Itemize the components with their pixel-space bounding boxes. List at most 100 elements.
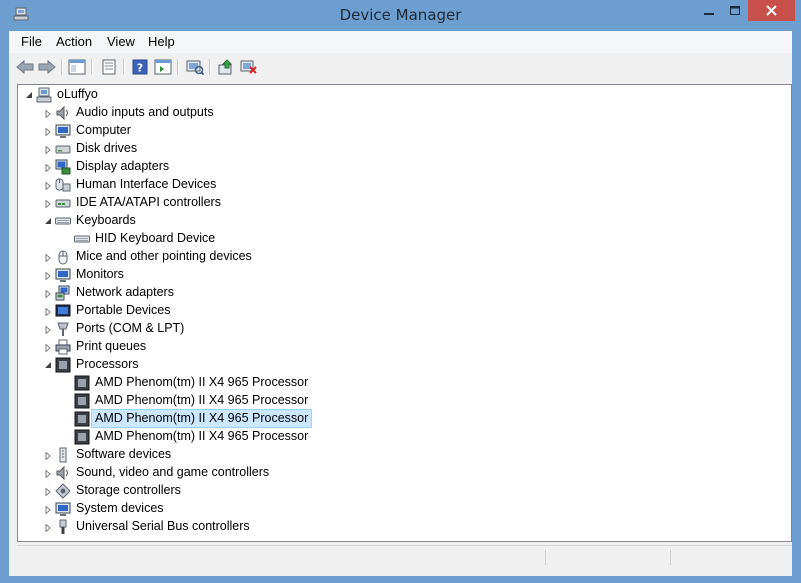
expand-icon[interactable] <box>43 253 52 262</box>
tree-item-human-interface-devices[interactable]: Human Interface Devices <box>18 176 318 194</box>
expand-icon[interactable] <box>43 289 52 298</box>
menu-action[interactable]: Action <box>56 34 92 49</box>
collapse-icon[interactable] <box>43 216 52 225</box>
tree-item-sound-video-game[interactable]: Sound, video and game controllers <box>18 464 318 482</box>
monitor-icon <box>55 268 71 282</box>
expand-icon[interactable] <box>43 505 52 514</box>
tree-item-portable-devices[interactable]: Portable Devices <box>18 302 318 320</box>
toolbar-separator <box>209 59 211 75</box>
expand-icon[interactable] <box>43 451 52 460</box>
expand-icon[interactable] <box>43 343 52 352</box>
tree-item-monitors[interactable]: Monitors <box>18 266 318 284</box>
action-pane-icon <box>154 59 172 75</box>
tree-item-mice[interactable]: Mice and other pointing devices <box>18 248 318 266</box>
tree-root-label: oLuffyo <box>57 87 98 101</box>
device-manager-window: Device Manager File Action View Help ? o… <box>0 0 801 583</box>
tree-item-ide-ata-atapi[interactable]: IDE ATA/ATAPI controllers <box>18 194 318 212</box>
expand-icon[interactable] <box>43 487 52 496</box>
monitor-icon <box>55 124 71 138</box>
forward-button[interactable] <box>37 57 57 77</box>
help-icon: ? <box>132 59 148 75</box>
tree-item-processor-cpu-1[interactable]: AMD Phenom(tm) II X4 965 Processor <box>18 392 318 410</box>
menu-view[interactable]: View <box>107 34 135 49</box>
tree-item-label: IDE ATA/ATAPI controllers <box>76 195 221 209</box>
toolbar-separator <box>61 59 63 75</box>
tree-item-disk-drives[interactable]: Disk drives <box>18 140 318 158</box>
hid-icon <box>55 178 71 192</box>
tree-item-label: Keyboards <box>76 213 136 227</box>
minimize-button[interactable] <box>695 0 722 21</box>
tree-item-storage-controllers[interactable]: Storage controllers <box>18 482 318 500</box>
tree-item-label: Mice and other pointing devices <box>76 249 252 263</box>
tree-item-processors[interactable]: Processors <box>18 356 318 374</box>
tree-item-audio[interactable]: Audio inputs and outputs <box>18 104 318 122</box>
collapse-icon[interactable] <box>43 360 52 369</box>
tree-item-label: Disk drives <box>76 141 138 155</box>
network-adapter-icon <box>55 285 70 301</box>
tree-item-network-adapters[interactable]: Network adapters <box>18 284 318 302</box>
tree-item-keyboards[interactable]: Keyboards <box>18 212 318 230</box>
expand-icon[interactable] <box>43 325 52 334</box>
tree-item-computer[interactable]: Computer <box>18 122 318 140</box>
expand-icon[interactable] <box>43 145 52 154</box>
status-bar <box>17 545 792 568</box>
tree-item-label: Network adapters <box>76 285 174 299</box>
tree-item-label: Universal Serial Bus controllers <box>76 519 250 533</box>
tree-item-software-devices[interactable]: Software devices <box>18 446 318 464</box>
tree-root[interactable]: oLuffyo <box>18 86 318 104</box>
help-button[interactable]: ? <box>130 57 150 77</box>
tree-item-system-devices[interactable]: System devices <box>18 500 318 518</box>
tree-item-ports[interactable]: Ports (COM & LPT) <box>18 320 318 338</box>
tree-item-hid-keyboard-device[interactable]: HID Keyboard Device <box>18 230 318 248</box>
expand-icon[interactable] <box>43 181 52 190</box>
show-hide-console-tree-icon <box>68 59 86 75</box>
system-device-icon <box>55 502 71 516</box>
tree-item-label: Ports (COM & LPT) <box>76 321 185 335</box>
expand-icon[interactable] <box>43 271 52 280</box>
toolbar-separator <box>91 59 93 75</box>
tree-item-label: HID Keyboard Device <box>95 231 216 245</box>
back-icon <box>16 60 34 74</box>
scan-hardware-icon <box>186 60 204 75</box>
collapse-icon[interactable] <box>24 90 33 99</box>
maximize-icon <box>730 5 740 15</box>
show-hide-console-tree-button[interactable] <box>67 57 87 77</box>
storage-controller-icon <box>55 483 71 499</box>
expand-icon[interactable] <box>43 469 52 478</box>
menu-help[interactable]: Help <box>148 34 175 49</box>
action-pane-button[interactable] <box>153 57 173 77</box>
tree-item-label: Human Interface Devices <box>76 177 217 191</box>
tree-item-processor-cpu-2[interactable]: AMD Phenom(tm) II X4 965 Processor <box>18 409 318 428</box>
menu-file[interactable]: File <box>21 34 42 49</box>
maximize-button[interactable] <box>722 0 748 21</box>
keyboard-icon <box>74 235 90 243</box>
update-driver-icon <box>218 59 233 75</box>
tree-item-print-queues[interactable]: Print queues <box>18 338 318 356</box>
expand-icon[interactable] <box>43 307 52 316</box>
tree-item-label: Monitors <box>76 267 124 281</box>
title-bar[interactable]: Device Manager <box>0 0 801 30</box>
tree-item-usb-controllers[interactable]: Universal Serial Bus controllers <box>18 518 318 536</box>
tree-item-label: AMD Phenom(tm) II X4 965 Processor <box>95 393 309 407</box>
tree-item-display-adapters[interactable]: Display adapters <box>18 158 318 176</box>
expand-icon[interactable] <box>43 199 52 208</box>
forward-icon <box>38 60 56 74</box>
properties-button[interactable] <box>99 57 119 77</box>
usb-icon <box>59 519 67 534</box>
scan-hardware-button[interactable] <box>185 57 205 77</box>
uninstall-device-button[interactable] <box>239 57 259 77</box>
tree-item-processor-cpu-0[interactable]: AMD Phenom(tm) II X4 965 Processor <box>18 374 318 392</box>
tree-item-processor-cpu-3[interactable]: AMD Phenom(tm) II X4 965 Processor <box>18 428 318 446</box>
expand-icon[interactable] <box>43 109 52 118</box>
expand-icon[interactable] <box>43 523 52 532</box>
back-button[interactable] <box>15 57 35 77</box>
expand-icon[interactable] <box>43 127 52 136</box>
expand-icon[interactable] <box>43 163 52 172</box>
close-button[interactable] <box>748 0 795 21</box>
portable-device-icon <box>55 304 71 317</box>
speaker-icon <box>56 105 68 121</box>
update-driver-button[interactable] <box>216 57 236 77</box>
tree-item-label: Computer <box>76 123 131 137</box>
tree-item-label: Software devices <box>76 447 172 461</box>
device-tree[interactable]: oLuffyo Audio inputs and outputs Compute… <box>17 84 792 542</box>
